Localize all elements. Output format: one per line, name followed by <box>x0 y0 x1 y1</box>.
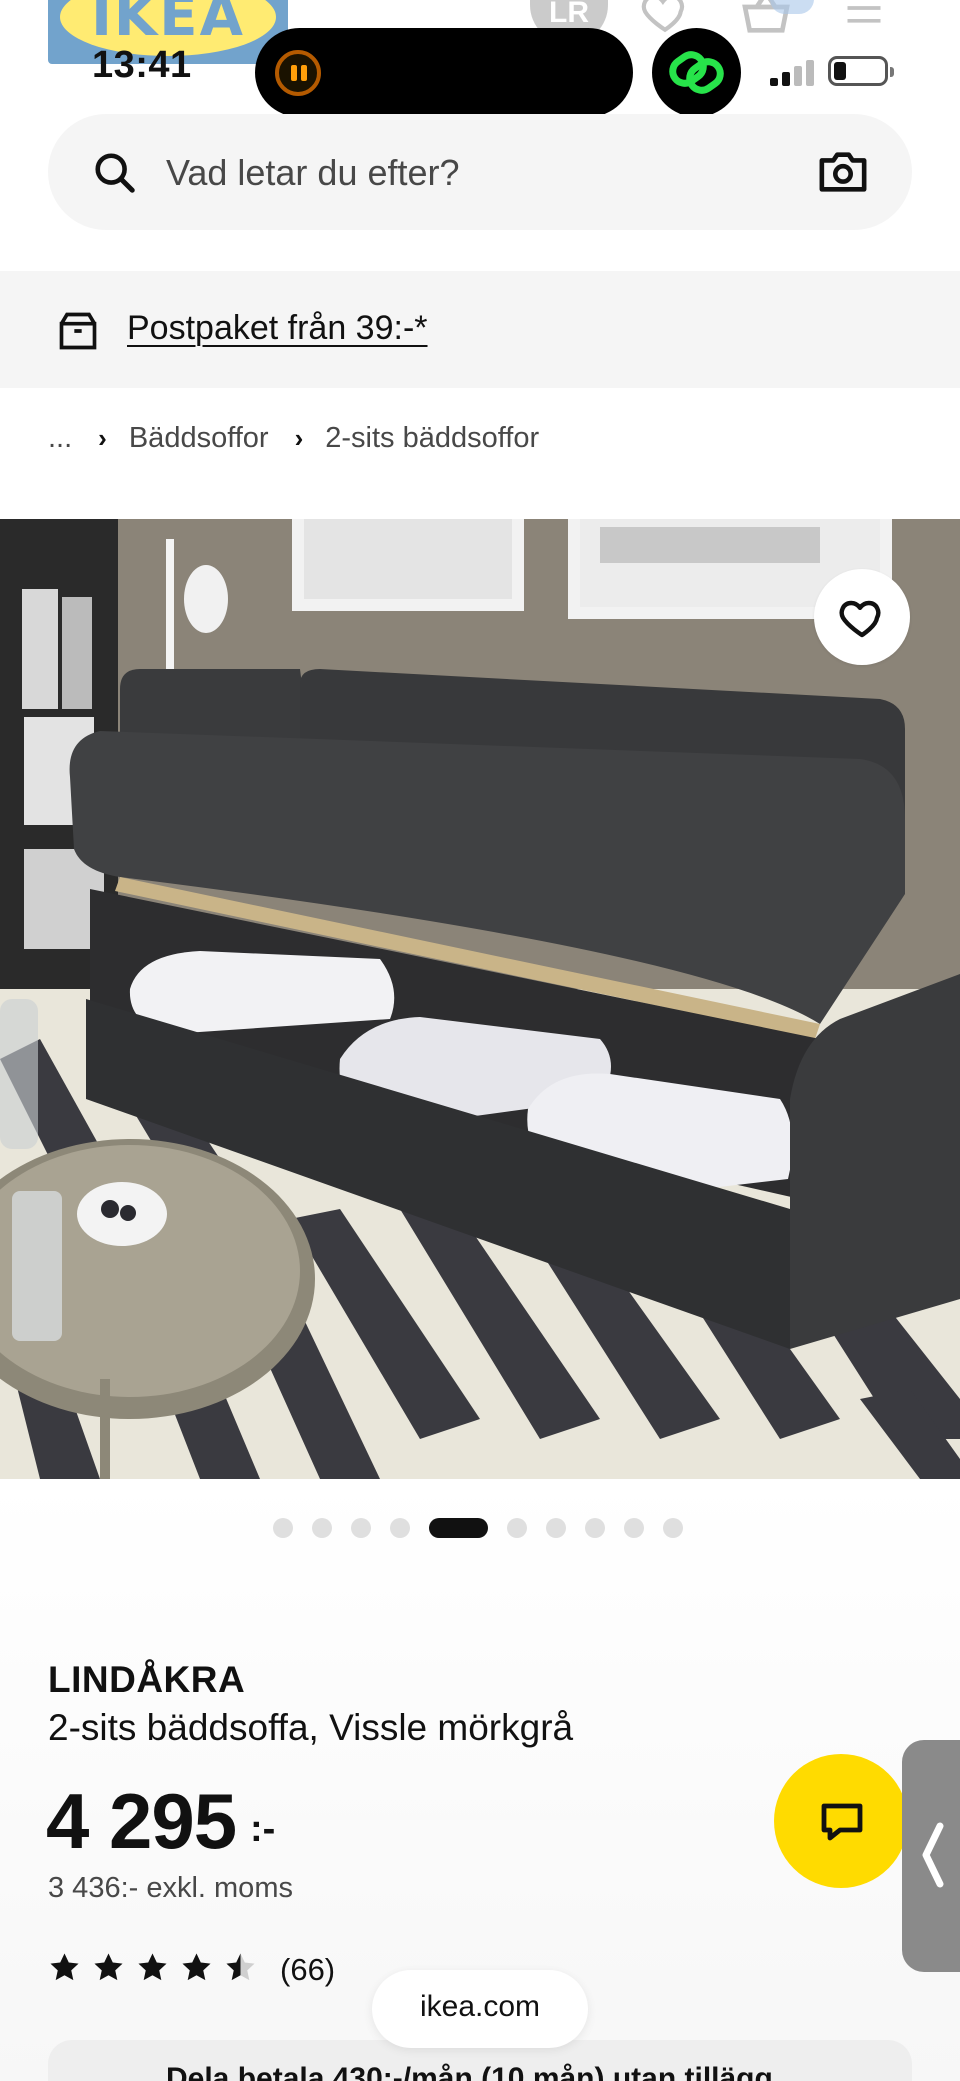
chat-button[interactable] <box>774 1754 908 1888</box>
battery-icon <box>828 56 894 86</box>
carousel-dot[interactable] <box>507 1518 527 1538</box>
top-header: IKEA LR 13:41 <box>0 0 960 117</box>
star-icon <box>94 1953 123 1981</box>
delivery-banner[interactable]: Postpaket från 39:-* <box>0 271 960 388</box>
star-icon <box>50 1953 79 1981</box>
carousel-dot[interactable] <box>624 1518 644 1538</box>
carousel-dot[interactable] <box>546 1518 566 1538</box>
product-image[interactable] <box>0 519 960 1479</box>
side-panel-tab[interactable] <box>902 1740 960 1972</box>
carousel-dot[interactable] <box>312 1518 332 1538</box>
parcel-icon <box>59 312 97 350</box>
link-icon <box>669 51 724 94</box>
dynamic-island <box>255 28 633 117</box>
search-icon <box>95 153 135 193</box>
price-excl-vat: 3 436:- exkl. moms <box>48 1872 293 1904</box>
chevron-left-icon <box>922 1822 944 1888</box>
rating-count[interactable]: (66) <box>280 1952 335 1988</box>
carousel-dot[interactable] <box>390 1518 410 1538</box>
carousel-dot[interactable] <box>585 1518 605 1538</box>
search-input[interactable]: Vad letar du efter? <box>166 152 460 194</box>
camera-icon[interactable] <box>818 148 868 196</box>
product-description: 2-sits bäddsoffa, Vissle mörkgrå <box>48 1707 574 1748</box>
carousel-dot[interactable] <box>273 1518 293 1538</box>
installment-text: Dela betala 430:-/mån (10 mån) utan till… <box>166 2062 773 2081</box>
heart-outline-icon <box>839 600 881 638</box>
favorite-button[interactable] <box>814 569 910 665</box>
breadcrumb-ellipsis[interactable]: ... <box>48 422 72 455</box>
carousel-dots <box>273 1517 683 1539</box>
carousel-dot[interactable] <box>351 1518 371 1538</box>
link-bubble[interactable] <box>652 28 741 117</box>
browser-url-pill[interactable]: ikea.com <box>372 1970 588 2048</box>
cellular-signal-icon <box>770 58 816 86</box>
rating-stars[interactable] <box>48 1951 257 1987</box>
price-suffix: :- <box>250 1808 276 1850</box>
search-bar[interactable]: Vad letar du efter? <box>48 114 912 230</box>
chat-icon <box>821 1803 863 1841</box>
status-time: 13:41 <box>92 44 192 86</box>
breadcrumb-item-2-sits[interactable]: 2-sits bäddsoffor <box>325 422 539 455</box>
delivery-link[interactable]: Postpaket från 39:-* <box>127 309 428 348</box>
star-icon <box>138 1953 167 1981</box>
star-icon <box>226 1953 255 1981</box>
sofa-bed-photo <box>0 519 960 1479</box>
chevron-right-icon: › <box>294 422 304 453</box>
breadcrumb-item-baddsoffor[interactable]: Bäddsoffor <box>129 422 269 455</box>
breadcrumb: ... › Bäddsoffor › 2-sits bäddsoffor <box>48 418 539 458</box>
pause-icon[interactable] <box>275 50 321 96</box>
carousel-dot[interactable] <box>429 1518 488 1538</box>
menu-icon[interactable] <box>842 0 886 30</box>
logo-text: IKEA <box>91 0 245 49</box>
product-name[interactable]: LINDÅKRA <box>48 1659 245 1701</box>
cart-badge <box>770 0 814 14</box>
product-price: 4 295 <box>46 1777 237 1865</box>
star-icon <box>182 1953 211 1981</box>
chevron-right-icon: › <box>98 422 107 453</box>
carousel-dot[interactable] <box>663 1518 683 1538</box>
